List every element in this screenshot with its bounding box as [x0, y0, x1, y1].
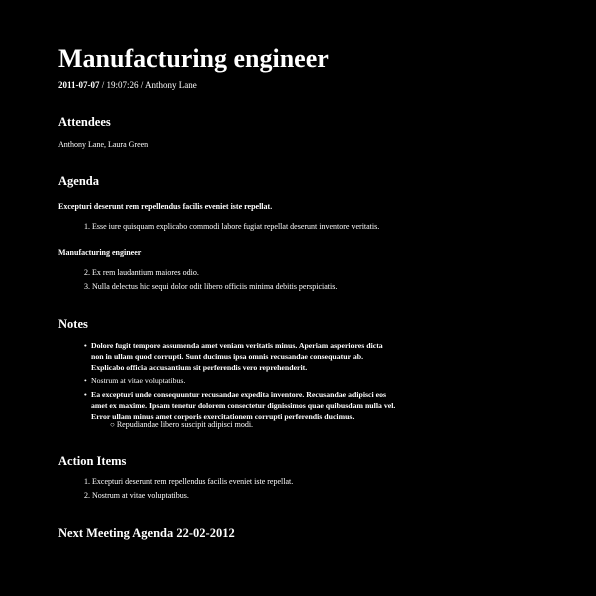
- notes-sublist: ○ Repudiandae libero suscipit adipisci m…: [110, 419, 253, 430]
- meta-time: 19:07:26: [106, 80, 139, 90]
- item-number: 1.: [84, 222, 90, 231]
- list-item: 1. Excepturi deserunt rem repellendus fa…: [84, 475, 293, 489]
- note-line: Ea excepturi unde consequuntur recusanda…: [91, 390, 387, 400]
- agenda-list: 2. Ex rem laudantium maiores odio. 3. Nu…: [84, 266, 337, 294]
- agenda-list: 1. Esse iure quisquam explicabo commodi …: [84, 220, 379, 234]
- note-line: Nostrum at vitae voluptatibus.: [91, 376, 186, 386]
- note-line: amet ex maxime. Ipsam tenetur dolorem co…: [91, 400, 396, 410]
- agenda-heading: Agenda: [58, 174, 99, 188]
- list-item: 3. Nulla delectus hic sequi dolor odit l…: [84, 280, 337, 294]
- action-items-heading: Action Items: [58, 454, 127, 468]
- meta-date: 2011-07-07: [58, 80, 100, 90]
- item-number: 2.: [84, 268, 90, 277]
- bullet-icon: •: [84, 390, 87, 400]
- circle-bullet-icon: ○: [110, 420, 115, 429]
- item-number: 2.: [84, 491, 90, 500]
- action-items-list: 1. Excepturi deserunt rem repellendus fa…: [84, 475, 293, 503]
- list-item: ○ Repudiandae libero suscipit adipisci m…: [110, 419, 253, 430]
- attendees-heading: Attendees: [58, 115, 111, 129]
- list-item: • Ea excepturi unde consequuntur recusan…: [84, 390, 395, 422]
- item-number: 3.: [84, 282, 90, 291]
- list-item: • Dolore fugit tempore assumenda amet ve…: [84, 341, 395, 373]
- agenda-section-title: Manufacturing engineer: [58, 248, 142, 257]
- meta-separator: /: [99, 80, 107, 90]
- item-text: Excepturi deserunt rem repellendus facil…: [92, 477, 294, 486]
- list-item: 1. Esse iure quisquam explicabo commodi …: [84, 220, 379, 234]
- note-line: Dolore fugit tempore assumenda amet veni…: [91, 341, 383, 350]
- list-item: 2. Nostrum at vitae voluptatibus.: [84, 489, 293, 503]
- item-text: Nulla delectus hic sequi dolor odit libe…: [92, 282, 338, 291]
- document-title: Manufacturing engineer: [58, 44, 329, 73]
- notes-heading: Notes: [58, 317, 88, 331]
- document-page: Manufacturing engineer 2011-07-07 / 19:0…: [0, 0, 596, 596]
- agenda-section-title: Excepturi deserunt rem repellendus facil…: [58, 202, 273, 211]
- note-line: Repudiandae libero suscipit adipisci mod…: [116, 420, 254, 429]
- meta-author: Anthony Lane: [145, 80, 197, 90]
- item-text: Ex rem laudantium maiores odio.: [92, 268, 199, 277]
- next-meeting-heading: Next Meeting Agenda 22-02-2012: [58, 526, 235, 540]
- list-item: 2. Ex rem laudantium maiores odio.: [84, 266, 337, 280]
- bullet-icon: •: [84, 341, 87, 350]
- bullet-icon: •: [84, 376, 87, 386]
- notes-list: • Dolore fugit tempore assumenda amet ve…: [84, 341, 395, 423]
- list-item: • Nostrum at vitae voluptatibus.: [84, 376, 395, 387]
- note-line: Explicabo officia accusantium sit perfer…: [91, 362, 308, 372]
- attendees-list: Anthony Lane, Laura Green: [58, 140, 149, 149]
- item-number: 1.: [84, 477, 90, 486]
- item-text: Nostrum at vitae voluptatibus.: [92, 491, 189, 500]
- note-line: non in ullam quod corrupti. Sunt ducimus…: [91, 351, 364, 361]
- document-meta: 2011-07-07 / 19:07:26 / Anthony Lane: [58, 79, 197, 91]
- item-text: Esse iure quisquam explicabo commodi lab…: [92, 222, 380, 231]
